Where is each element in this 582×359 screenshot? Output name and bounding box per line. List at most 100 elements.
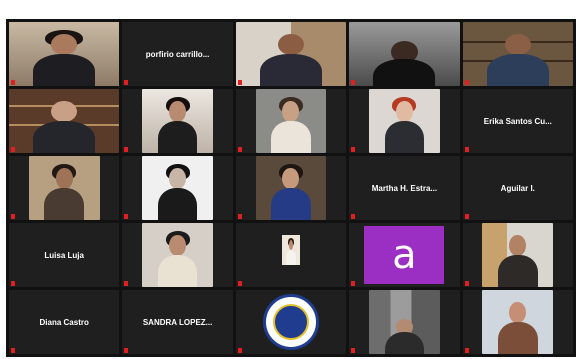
participant-video <box>255 89 327 153</box>
participant-video <box>28 156 100 220</box>
participant-tile[interactable]: a <box>349 223 460 287</box>
participant-name-tag <box>124 214 130 219</box>
participant-display-name: Diana Castro <box>39 317 89 327</box>
participant-name-tag <box>124 348 130 353</box>
participant-tile[interactable]: porfirio carrillo... <box>122 22 233 86</box>
participant-name-tag <box>124 80 130 85</box>
participant-name-tag <box>351 348 357 353</box>
participant-display-name: porfirio carrillo... <box>145 49 210 59</box>
avatar-letter: a <box>392 232 417 278</box>
participant-tile[interactable]: Martha H. Estra... <box>349 156 460 220</box>
participant-tile[interactable] <box>235 290 347 354</box>
muted-mic-icon <box>351 214 356 219</box>
participant-tile[interactable] <box>349 89 460 153</box>
participant-name-tag <box>464 214 471 219</box>
participant-tile[interactable] <box>349 22 460 86</box>
participant-name-tag <box>351 80 357 85</box>
muted-mic-icon <box>124 80 129 85</box>
participant-tile[interactable] <box>122 223 233 287</box>
participant-name-tag <box>11 214 17 219</box>
participant-tile[interactable]: Aguilar I. <box>462 156 573 220</box>
muted-mic-icon <box>237 348 242 353</box>
participant-tile[interactable] <box>9 22 120 86</box>
muted-mic-icon <box>124 281 129 286</box>
muted-mic-icon <box>464 214 469 219</box>
participant-avatar: a <box>364 226 445 284</box>
muted-mic-icon <box>237 147 242 152</box>
participant-tile[interactable] <box>349 290 460 354</box>
participant-tile[interactable]: Luisa Luja <box>9 223 120 287</box>
muted-mic-icon <box>464 348 469 353</box>
participant-display-name: Erika Santos Cu... <box>483 116 552 126</box>
participant-tile[interactable] <box>9 89 120 153</box>
muted-mic-icon <box>11 214 15 219</box>
participant-name-tag <box>351 281 357 286</box>
muted-mic-icon <box>351 348 356 353</box>
muted-mic-icon <box>124 147 129 152</box>
participant-name-tag <box>237 348 244 353</box>
participant-name-tag <box>464 80 471 85</box>
participant-video <box>142 156 213 220</box>
muted-mic-icon <box>11 281 15 286</box>
seal-emblem <box>272 304 309 340</box>
participant-tile[interactable] <box>462 290 573 354</box>
participant-display-name: Luisa Luja <box>44 250 84 260</box>
participant-video <box>369 290 440 354</box>
institution-seal-logo <box>262 294 319 350</box>
muted-mic-icon <box>464 147 469 152</box>
muted-mic-icon <box>464 281 469 286</box>
participant-name-tag <box>11 281 17 286</box>
muted-mic-icon <box>237 281 242 286</box>
participant-tile[interactable] <box>122 89 233 153</box>
muted-mic-icon <box>237 214 242 219</box>
participant-name-tag <box>237 147 244 152</box>
participant-tile[interactable] <box>9 156 120 220</box>
muted-mic-icon <box>124 348 129 353</box>
muted-mic-icon <box>464 80 469 85</box>
muted-mic-icon <box>11 348 15 353</box>
participant-tile[interactable] <box>462 22 573 86</box>
participant-tile[interactable]: Diana Castro <box>9 290 120 354</box>
participant-name-tag <box>464 348 471 353</box>
participant-video <box>235 22 347 86</box>
zoom-window: porfirio carrillo... Erika Santos Cu... … <box>0 0 582 359</box>
participant-name-tag <box>124 147 130 152</box>
participant-tile[interactable] <box>462 223 573 287</box>
participant-tile[interactable] <box>235 156 347 220</box>
participant-name-tag <box>464 147 471 152</box>
participant-name-tag <box>464 281 471 286</box>
participant-video <box>255 156 327 220</box>
muted-mic-icon <box>351 80 356 85</box>
participant-video <box>9 22 120 86</box>
participant-name-tag <box>351 214 357 219</box>
muted-mic-icon <box>351 281 356 286</box>
participant-display-name: Aguilar I. <box>500 183 535 193</box>
participant-name-tag <box>237 214 244 219</box>
participant-video <box>482 223 554 287</box>
participant-video <box>462 22 573 86</box>
participant-display-name: SANDRA LOPEZ... <box>142 317 213 327</box>
participant-name-tag <box>124 281 130 286</box>
participant-video <box>482 290 554 354</box>
participant-tile[interactable] <box>235 22 347 86</box>
participant-video <box>349 22 460 86</box>
participant-tile[interactable] <box>122 156 233 220</box>
gallery-view: porfirio carrillo... Erika Santos Cu... … <box>6 19 576 357</box>
participant-video <box>142 89 213 153</box>
participant-tile[interactable] <box>235 223 347 287</box>
muted-mic-icon <box>237 80 242 85</box>
participant-tile[interactable]: Erika Santos Cu... <box>462 89 573 153</box>
participant-tile[interactable]: SANDRA LOPEZ... <box>122 290 233 354</box>
participant-tile[interactable] <box>235 89 347 153</box>
participant-name-tag <box>351 147 357 152</box>
participant-video <box>142 223 213 287</box>
participant-name-tag <box>11 80 17 85</box>
participant-name-tag <box>11 147 17 152</box>
participant-name-tag <box>11 348 17 353</box>
participant-name-tag <box>237 281 244 286</box>
participant-video <box>9 89 120 153</box>
muted-mic-icon <box>11 147 15 152</box>
participant-video <box>369 89 440 153</box>
muted-mic-icon <box>11 80 15 85</box>
participant-video <box>282 234 300 266</box>
